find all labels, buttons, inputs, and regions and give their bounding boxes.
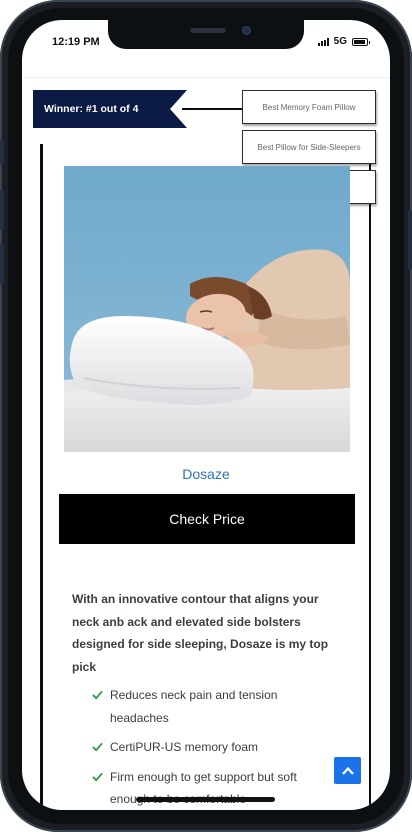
product-image[interactable]	[64, 166, 350, 452]
mute-switch	[0, 140, 4, 164]
check-icon	[92, 690, 103, 700]
power-button	[408, 210, 412, 270]
winner-label: Winner: #1 out of 4	[44, 103, 139, 115]
badge-best-side-sleepers: Best Pillow for Side-Sleepers	[242, 130, 376, 164]
product-name-link[interactable]: Dosaze	[22, 466, 390, 482]
check-price-button[interactable]: Check Price	[59, 494, 355, 544]
home-indicator	[136, 797, 275, 802]
volume-down-button	[0, 244, 4, 284]
battery-icon	[352, 37, 370, 46]
page-content: Winner: #1 out of 4 Best Memory Foam Pil…	[22, 78, 390, 810]
status-indicators: 5G	[317, 36, 370, 47]
ribbon-connector	[182, 108, 244, 110]
list-item: CertiPUR-US memory foam	[92, 736, 332, 759]
list-item: Firm enough to get support but soft enou…	[92, 766, 332, 811]
feature-text: CertiPUR-US memory foam	[110, 740, 259, 754]
feature-list: Reduces neck pain and tension headaches …	[92, 684, 332, 810]
chevron-up-icon	[341, 766, 354, 775]
signal-icon	[317, 37, 329, 46]
feature-text: Reduces neck pain and tension headaches	[110, 688, 278, 725]
scroll-to-top-button[interactable]	[334, 757, 361, 784]
list-item: Reduces neck pain and tension headaches	[92, 684, 332, 729]
screen: 12:19 PM 5G Winner: #1 out of 4 Best Mem…	[22, 20, 390, 810]
status-bar: 12:19 PM 5G	[22, 20, 390, 78]
status-time: 12:19 PM	[52, 36, 100, 48]
camera-icon	[242, 26, 251, 35]
check-icon	[92, 772, 103, 782]
network-label: 5G	[333, 36, 347, 47]
product-description: With an innovative contour that aligns y…	[72, 592, 329, 674]
speaker-grille	[190, 28, 226, 33]
volume-up-button	[0, 190, 4, 230]
badge-best-memory-foam: Best Memory Foam Pillow	[242, 90, 376, 124]
notch	[108, 20, 304, 49]
check-icon	[92, 742, 103, 752]
